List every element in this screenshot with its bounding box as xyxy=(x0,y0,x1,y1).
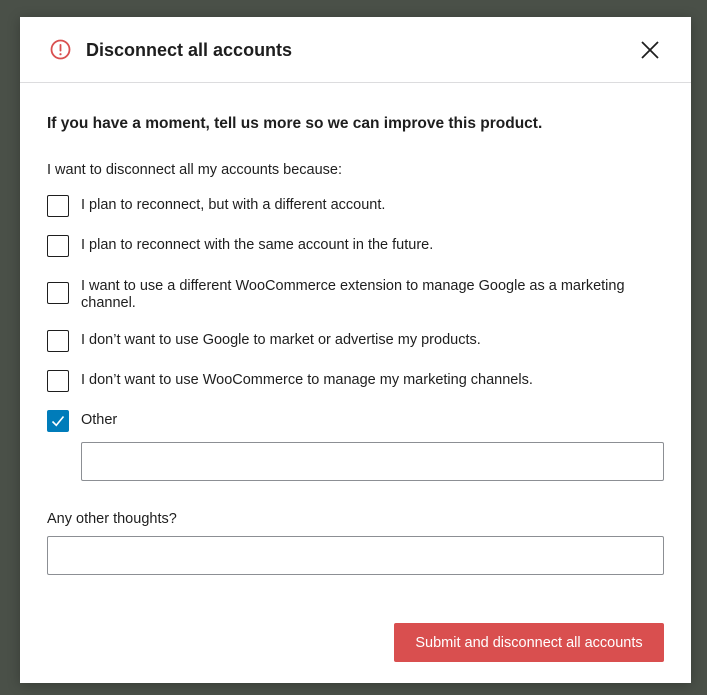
option-label: I don’t want to use Google to market or … xyxy=(81,332,481,348)
checkbox-different-extension[interactable] xyxy=(47,282,69,304)
close-button[interactable] xyxy=(636,36,664,64)
option-label: I plan to reconnect, but with a differen… xyxy=(81,197,386,213)
option-label: I don’t want to use WooCommerce to manag… xyxy=(81,372,533,388)
thoughts-label: Any other thoughts? xyxy=(47,511,177,527)
other-reason-input[interactable] xyxy=(81,442,664,481)
option-different-extension[interactable]: I want to use a different WooCommerce ex… xyxy=(47,278,667,318)
disconnect-modal: Disconnect all accounts If you have a mo… xyxy=(20,17,691,683)
option-label: I plan to reconnect with the same accoun… xyxy=(81,237,434,253)
checkbox-no-woocommerce[interactable] xyxy=(47,370,69,392)
checkmark-icon xyxy=(51,415,65,427)
checkbox-same-account[interactable] xyxy=(47,235,69,257)
option-no-google[interactable]: I don’t want to use Google to market or … xyxy=(47,330,667,356)
option-label: I want to use a different WooCommerce ex… xyxy=(81,278,625,311)
reason-prompt: I want to disconnect all my accounts bec… xyxy=(47,162,342,178)
option-other[interactable]: Other xyxy=(47,410,667,436)
checkbox-different-account[interactable] xyxy=(47,195,69,217)
other-thoughts-input[interactable] xyxy=(47,536,664,575)
option-different-account[interactable]: I plan to reconnect, but with a differen… xyxy=(47,195,667,221)
modal-title: Disconnect all accounts xyxy=(86,40,293,60)
checkbox-other[interactable] xyxy=(47,410,69,432)
intro-text: If you have a moment, tell us more so we… xyxy=(47,115,543,132)
modal-header: Disconnect all accounts xyxy=(20,17,691,83)
option-label: Other xyxy=(81,412,118,428)
option-same-account[interactable]: I plan to reconnect with the same accoun… xyxy=(47,235,667,261)
alert-circle-icon xyxy=(50,39,71,60)
option-no-woocommerce[interactable]: I don’t want to use WooCommerce to manag… xyxy=(47,370,667,396)
submit-disconnect-button[interactable]: Submit and disconnect all accounts xyxy=(394,623,664,662)
close-icon xyxy=(636,36,664,64)
checkbox-no-google[interactable] xyxy=(47,330,69,352)
